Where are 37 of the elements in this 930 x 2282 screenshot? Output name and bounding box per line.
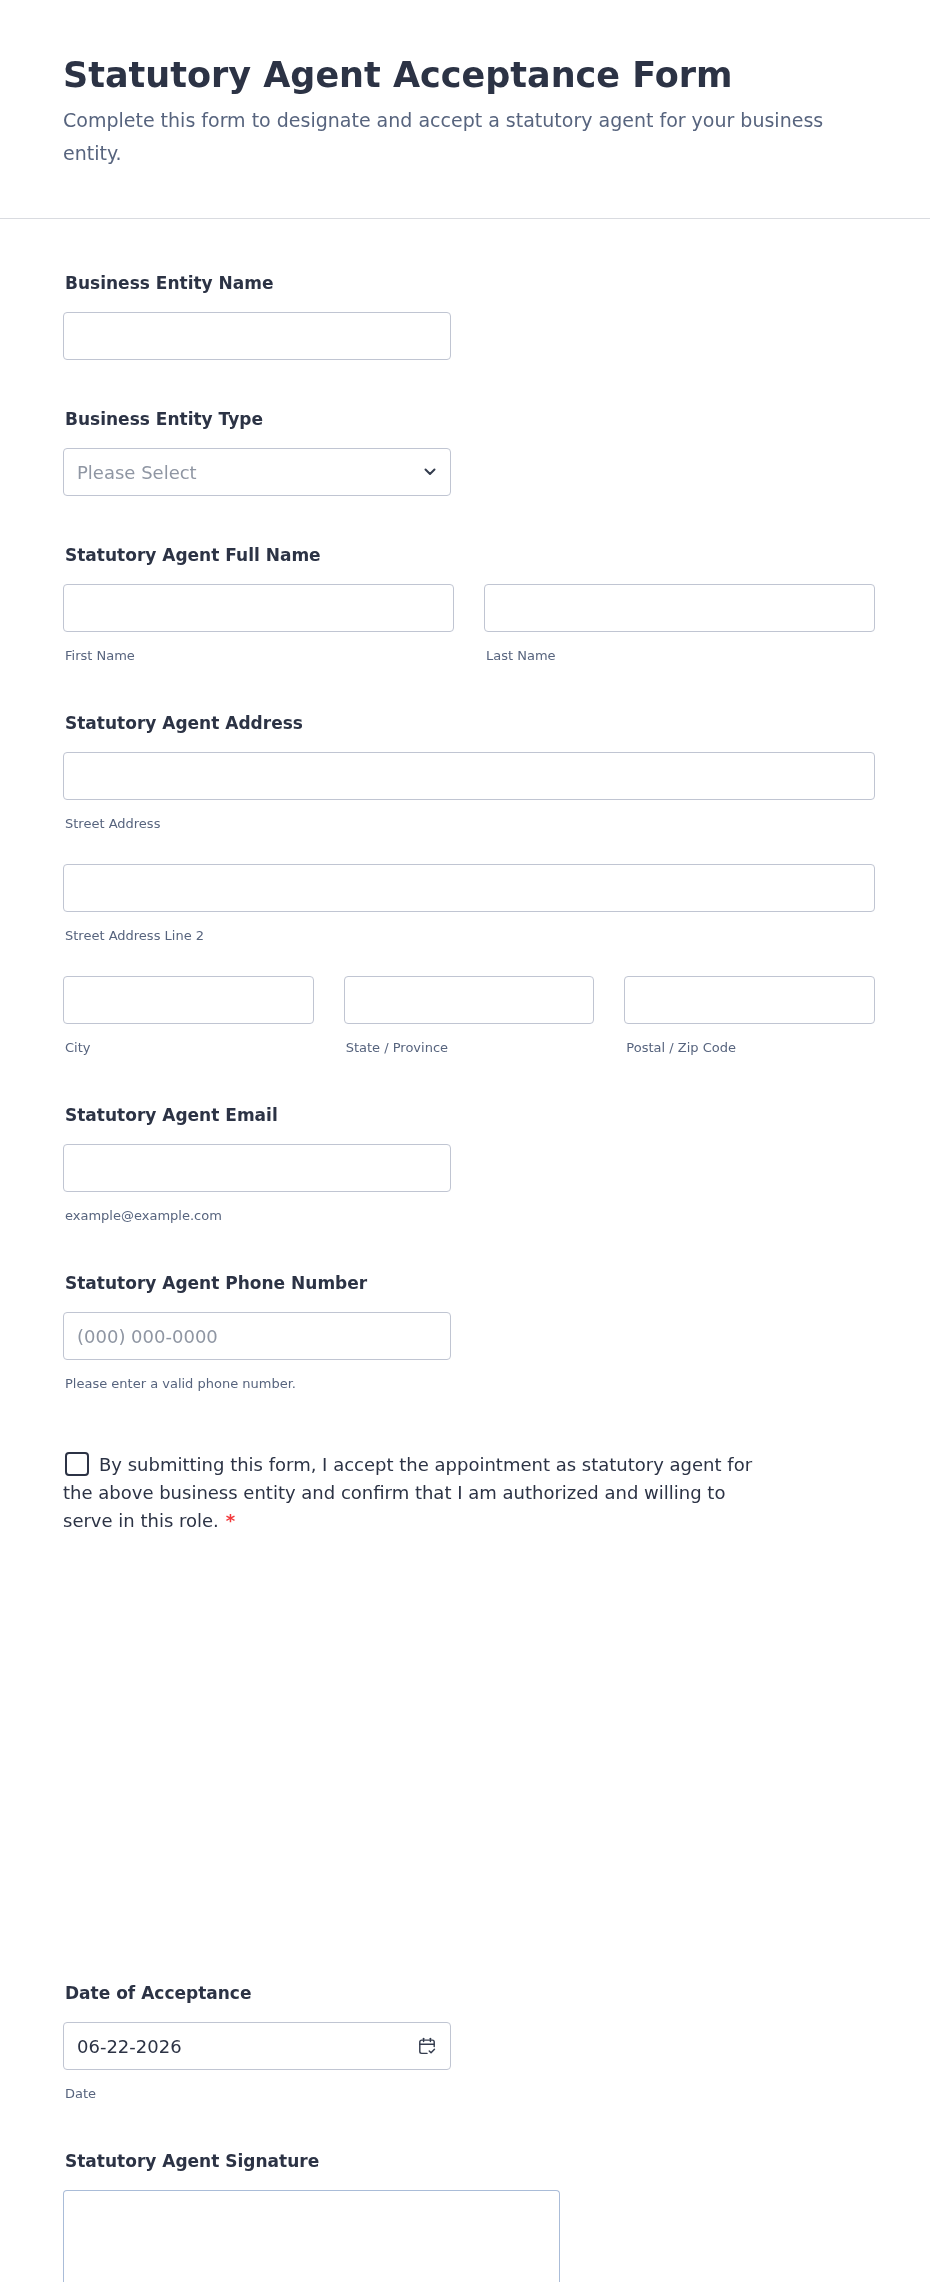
required-asterisk: * [225, 1510, 236, 1531]
field-label: Date of Acceptance [65, 1982, 252, 2004]
field-sublabel: First Name [65, 648, 135, 664]
text-field[interactable] [63, 864, 875, 912]
field-sublabel: Date [65, 2086, 97, 2102]
field-label: Business Entity Type [65, 408, 263, 430]
field-sublabel: Street Address Line 2 [65, 928, 205, 944]
field-sublabel: Postal / Zip Code [626, 1040, 736, 1056]
text-field[interactable] [63, 752, 875, 800]
field-label: Statutory Agent Full Name [65, 544, 321, 566]
date-field[interactable]: 06-22-2026 [63, 2022, 451, 2070]
field-sublabel: example@example.com [65, 1208, 222, 1224]
field-label: Statutory Agent Signature [65, 2150, 320, 2172]
text-field[interactable]: (000) 000-0000 [63, 1312, 451, 1360]
field-label: Business Entity Name [65, 272, 274, 294]
signature-pad[interactable] [63, 2190, 560, 2282]
text-field[interactable] [63, 1144, 451, 1192]
text-field[interactable] [343, 976, 595, 1024]
consent-checkbox[interactable]: By submitting this form, I accept the appointment as statutory agent for the above business entity and confirm that I am authorized and willing to serve in this role. * [63, 1451, 766, 1535]
calendar-icon[interactable] [418, 2037, 436, 2055]
field-sublabel: State / Province [345, 1040, 449, 1056]
field-label: Statutory Agent Email [65, 1104, 278, 1126]
text-field[interactable] [63, 976, 314, 1024]
field-label: Statutory Agent Address [65, 712, 303, 734]
field-sublabel: Street Address [65, 816, 161, 832]
form-title: Statutory Agent Acceptance Form [63, 54, 734, 97]
field-sublabel: City [65, 1040, 91, 1056]
text-field[interactable] [624, 976, 875, 1024]
field-sublabel: Please enter a valid phone number. [65, 1376, 296, 1392]
text-field[interactable] [484, 584, 875, 632]
field-sublabel: Last Name [486, 648, 556, 664]
checkbox[interactable] [65, 1452, 89, 1476]
form-description: Complete this form to designate and accept a statutory agent for your business entity. [63, 108, 825, 166]
chevron-down-icon [424, 468, 436, 476]
text-field[interactable] [63, 584, 454, 632]
text-field[interactable] [63, 312, 451, 360]
field-label: Statutory Agent Phone Number [65, 1272, 368, 1294]
